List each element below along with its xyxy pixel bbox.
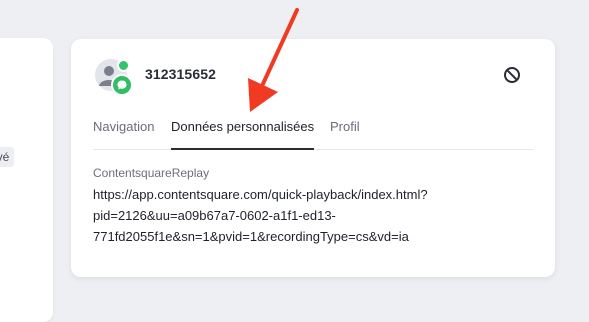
tab-custom-data[interactable]: Données personnalisées xyxy=(171,119,315,150)
visitor-details-card: 312315652 Navigation Données personnalis… xyxy=(71,39,555,277)
custom-data-value-line: 771fd2055f1e&sn=1&pvid=1&recordingType=c… xyxy=(93,229,409,244)
left-panel-card: Privé xyxy=(0,38,53,322)
custom-data-key: ContentsquareReplay xyxy=(93,166,210,180)
details-tabs: Navigation Données personnalisées Profil xyxy=(93,119,533,150)
custom-data-value-line: pid=2126&uu=a09b67a7-0602-a1f1-ed13- xyxy=(93,208,336,223)
tab-profile[interactable]: Profil xyxy=(330,119,360,134)
online-status-dot xyxy=(117,59,130,72)
block-button[interactable] xyxy=(501,64,523,86)
user-avatar-icon xyxy=(95,59,133,96)
tab-navigation[interactable]: Navigation xyxy=(93,119,154,134)
chat-bubble-icon xyxy=(111,74,133,96)
custom-data-value: https://app.contentsquare.com/quick-play… xyxy=(93,184,513,247)
block-icon xyxy=(504,67,520,83)
privacy-badge: Privé xyxy=(0,147,15,167)
custom-data-value-line: https://app.contentsquare.com/quick-play… xyxy=(93,187,428,202)
visitor-id: 312315652 xyxy=(145,66,216,82)
